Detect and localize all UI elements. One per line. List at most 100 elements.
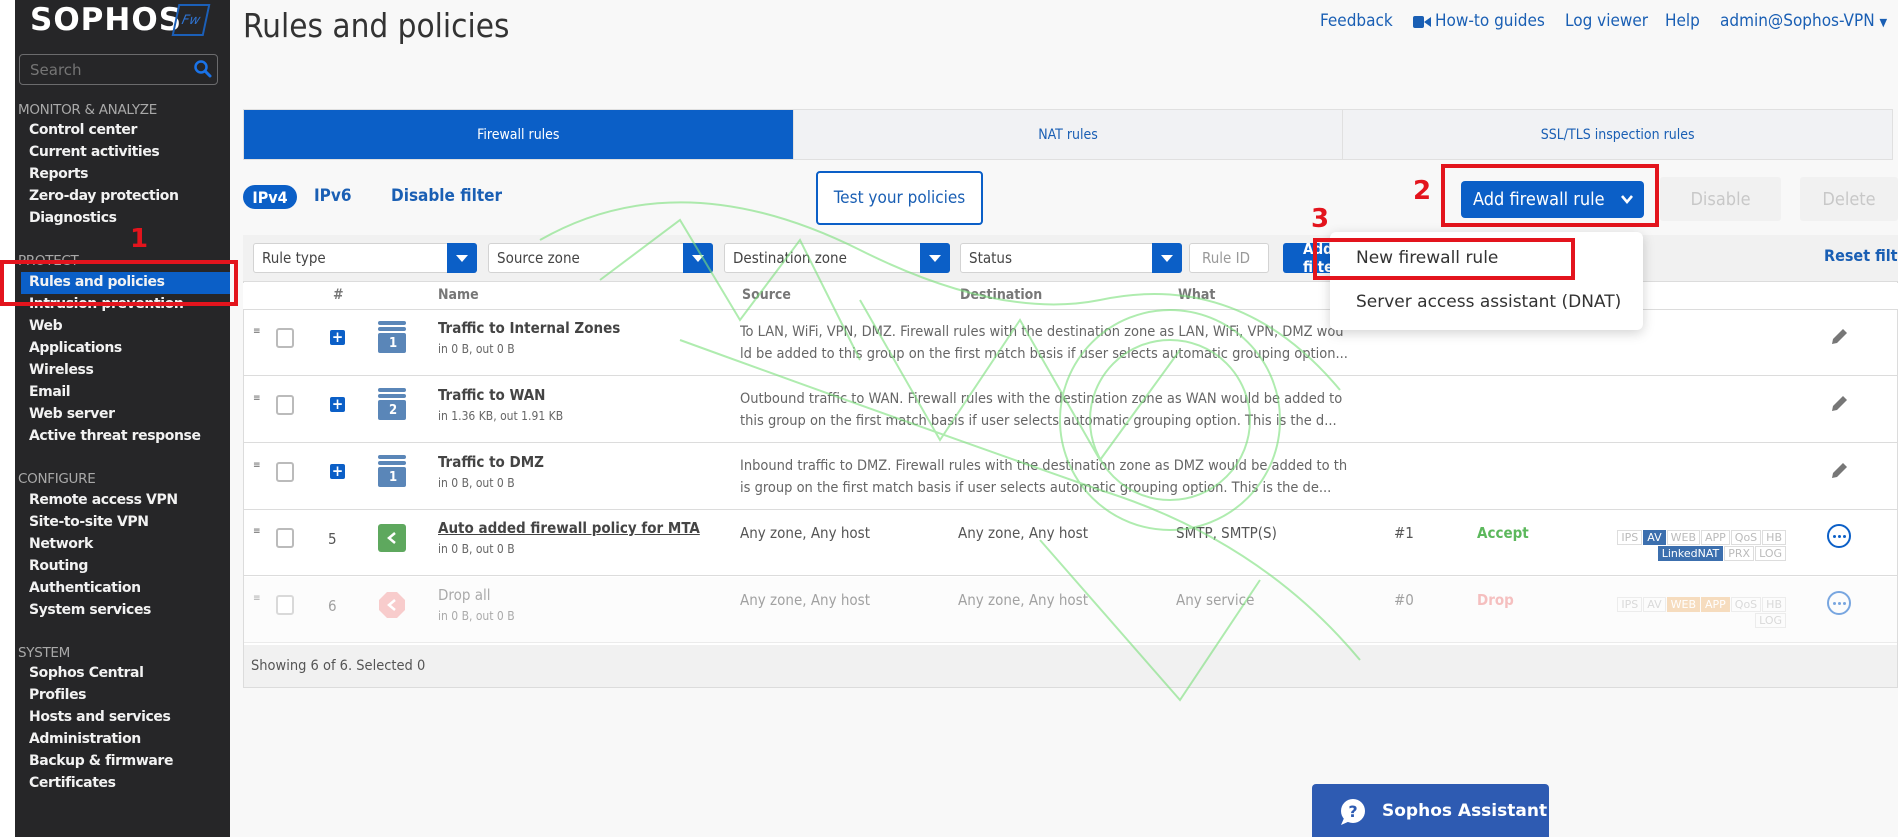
sidebar-item-reports[interactable]: Reports — [29, 166, 88, 182]
tab-firewall-rules[interactable]: Firewall rules — [244, 110, 794, 159]
sidebar-item-certificates[interactable]: Certificates — [29, 775, 116, 791]
search-icon[interactable] — [193, 59, 213, 79]
sidebar-item-profiles[interactable]: Profiles — [29, 687, 87, 703]
tab-nat-rules[interactable]: NAT rules — [794, 110, 1344, 159]
chevron-down-icon[interactable] — [1620, 192, 1634, 206]
menu-item-server-access-assistant[interactable]: Server access assistant (DNAT) — [1356, 292, 1621, 312]
destination-zone-filter[interactable]: Destination zone — [724, 243, 950, 273]
expand-plus-icon[interactable]: + — [330, 330, 345, 345]
disable-button[interactable]: Disable — [1660, 177, 1781, 221]
sidebar-section-configure: CONFIGURE — [18, 471, 96, 487]
dropdown-arrow-icon — [683, 243, 713, 273]
sidebar-item-authentication[interactable]: Authentication — [29, 580, 141, 596]
rule-action: Drop — [1477, 591, 1514, 609]
group-traffic: in 1.36 KB, out 1.91 KB — [438, 409, 564, 423]
source-zone-filter[interactable]: Source zone — [488, 243, 713, 273]
user-menu[interactable]: admin@Sophos-VPN ▼ — [1720, 11, 1887, 31]
rule-name[interactable]: Drop all — [438, 586, 491, 604]
drag-handle-icon[interactable]: ≡ — [253, 461, 261, 471]
sidebar-item-hosts-and-services[interactable]: Hosts and services — [29, 709, 171, 725]
column-header-name[interactable]: Name — [438, 287, 479, 303]
group-name[interactable]: Traffic to WAN — [438, 386, 545, 404]
table-row-group[interactable]: ≡ + 1 Traffic to DMZ in 0 B, out 0 B Inb… — [244, 444, 1897, 510]
table-row-rule[interactable]: ≡ 6 Drop all in 0 B, out 0 B Any zone, A… — [244, 577, 1897, 643]
sidebar-item-remote-access-vpn[interactable]: Remote access VPN — [29, 492, 178, 508]
row-checkbox[interactable] — [276, 528, 294, 548]
sidebar-item-system-services[interactable]: System services — [29, 602, 151, 618]
rule-id: #1 — [1394, 524, 1414, 542]
description-line: is group on the first match basis if use… — [740, 480, 1332, 496]
rule-name[interactable]: Auto added firewall policy for MTA — [438, 519, 700, 537]
sidebar-item-network[interactable]: Network — [29, 536, 93, 552]
sidebar-item-active-threat-response[interactable]: Active threat response — [29, 428, 201, 444]
drop-policy-icon — [379, 592, 405, 618]
sidebar-item-site-to-site-vpn[interactable]: Site-to-site VPN — [29, 514, 149, 530]
sidebar-item-wireless[interactable]: Wireless — [29, 362, 94, 378]
sidebar-item-control-center[interactable]: Control center — [29, 122, 137, 138]
edit-pencil-icon[interactable] — [1828, 460, 1850, 482]
sidebar-search-input[interactable] — [19, 54, 218, 85]
expand-plus-icon[interactable]: + — [330, 397, 345, 412]
expand-plus-icon[interactable]: + — [330, 464, 345, 479]
feedback-link[interactable]: Feedback — [1320, 11, 1393, 31]
sidebar-item-web-server[interactable]: Web server — [29, 406, 115, 422]
sidebar-section-system: SYSTEM — [18, 645, 71, 661]
log-viewer-link[interactable]: Log viewer — [1565, 11, 1648, 31]
rule-id-input[interactable]: Rule ID — [1189, 243, 1269, 273]
description-line: this group on the first match basis if u… — [740, 413, 1337, 429]
rule-type-filter[interactable]: Rule type — [253, 243, 477, 273]
edit-pencil-icon[interactable] — [1828, 326, 1850, 348]
sidebar-item-sophos-central[interactable]: Sophos Central — [29, 665, 144, 681]
table-row-rule[interactable]: ≡ 5 Auto added firewall policy for MTA i… — [244, 510, 1897, 576]
more-options-icon[interactable] — [1827, 524, 1851, 548]
group-traffic: in 0 B, out 0 B — [438, 342, 515, 356]
sidebar-item-routing[interactable]: Routing — [29, 558, 88, 574]
destination-zone-label: Destination zone — [733, 249, 847, 267]
dropdown-arrow-icon — [920, 243, 950, 273]
table-row-group[interactable]: ≡ + 2 Traffic to WAN in 1.36 KB, out 1.9… — [244, 377, 1897, 443]
help-link[interactable]: Help — [1665, 11, 1700, 31]
disable-filter-link[interactable]: Disable filter — [391, 186, 502, 206]
drag-handle-icon[interactable]: ≡ — [253, 594, 261, 604]
drag-handle-icon[interactable]: ≡ — [253, 394, 261, 404]
description-line: Inbound traffic to DMZ. Firewall rules w… — [740, 458, 1348, 474]
test-policies-button[interactable]: Test your policies — [816, 171, 983, 225]
sidebar-item-current-activities[interactable]: Current activities — [29, 144, 160, 160]
row-checkbox[interactable] — [276, 395, 294, 415]
sidebar-item-diagnostics[interactable]: Diagnostics — [29, 210, 117, 226]
how-to-guides-link[interactable]: How-to guides — [1435, 11, 1545, 31]
drag-handle-icon[interactable]: ≡ — [253, 527, 261, 537]
add-firewall-rule-button[interactable]: Add firewall rule — [1461, 181, 1644, 218]
video-camera-icon — [1413, 16, 1431, 28]
left-margin — [0, 0, 15, 837]
column-header-destination[interactable]: Destination — [960, 287, 1042, 303]
drag-handle-icon[interactable]: ≡ — [253, 327, 261, 337]
column-header-what[interactable]: What — [1178, 287, 1215, 303]
group-name[interactable]: Traffic to Internal Zones — [438, 319, 620, 337]
row-checkbox[interactable] — [276, 595, 294, 615]
sidebar-item-web[interactable]: Web — [29, 318, 63, 334]
column-header-number: # — [333, 287, 344, 303]
sidebar-item-applications[interactable]: Applications — [29, 340, 122, 356]
group-rule-count: 1 — [389, 336, 398, 351]
sidebar-item-backup-firmware[interactable]: Backup & firmware — [29, 753, 173, 769]
sidebar-item-email[interactable]: Email — [29, 384, 71, 400]
ipv6-toggle[interactable]: IPv6 — [314, 186, 352, 206]
sidebar-item-zero-day-protection[interactable]: Zero-day protection — [29, 188, 179, 204]
tag-log: LOG — [1755, 613, 1786, 628]
sidebar-item-administration[interactable]: Administration — [29, 731, 141, 747]
group-description: Inbound traffic to DMZ. Firewall rules w… — [740, 455, 1370, 499]
tab-ssl-tls-inspection-rules[interactable]: SSL/TLS inspection rules — [1343, 110, 1892, 159]
table-row-group[interactable]: ≡ + 1 Traffic to Internal Zones in 0 B, … — [244, 310, 1897, 376]
column-header-source[interactable]: Source — [742, 287, 791, 303]
rule-type-label: Rule type — [262, 249, 326, 267]
edit-pencil-icon[interactable] — [1828, 393, 1850, 415]
ipv4-toggle[interactable]: IPv4 — [243, 185, 297, 209]
more-options-icon[interactable] — [1827, 591, 1851, 615]
reset-filter-link[interactable]: Reset filter — [1824, 246, 1898, 265]
delete-button[interactable]: Delete — [1800, 177, 1898, 221]
group-name[interactable]: Traffic to DMZ — [438, 453, 544, 471]
row-checkbox[interactable] — [276, 462, 294, 482]
row-checkbox[interactable] — [276, 328, 294, 348]
status-filter[interactable]: Status — [960, 243, 1182, 273]
